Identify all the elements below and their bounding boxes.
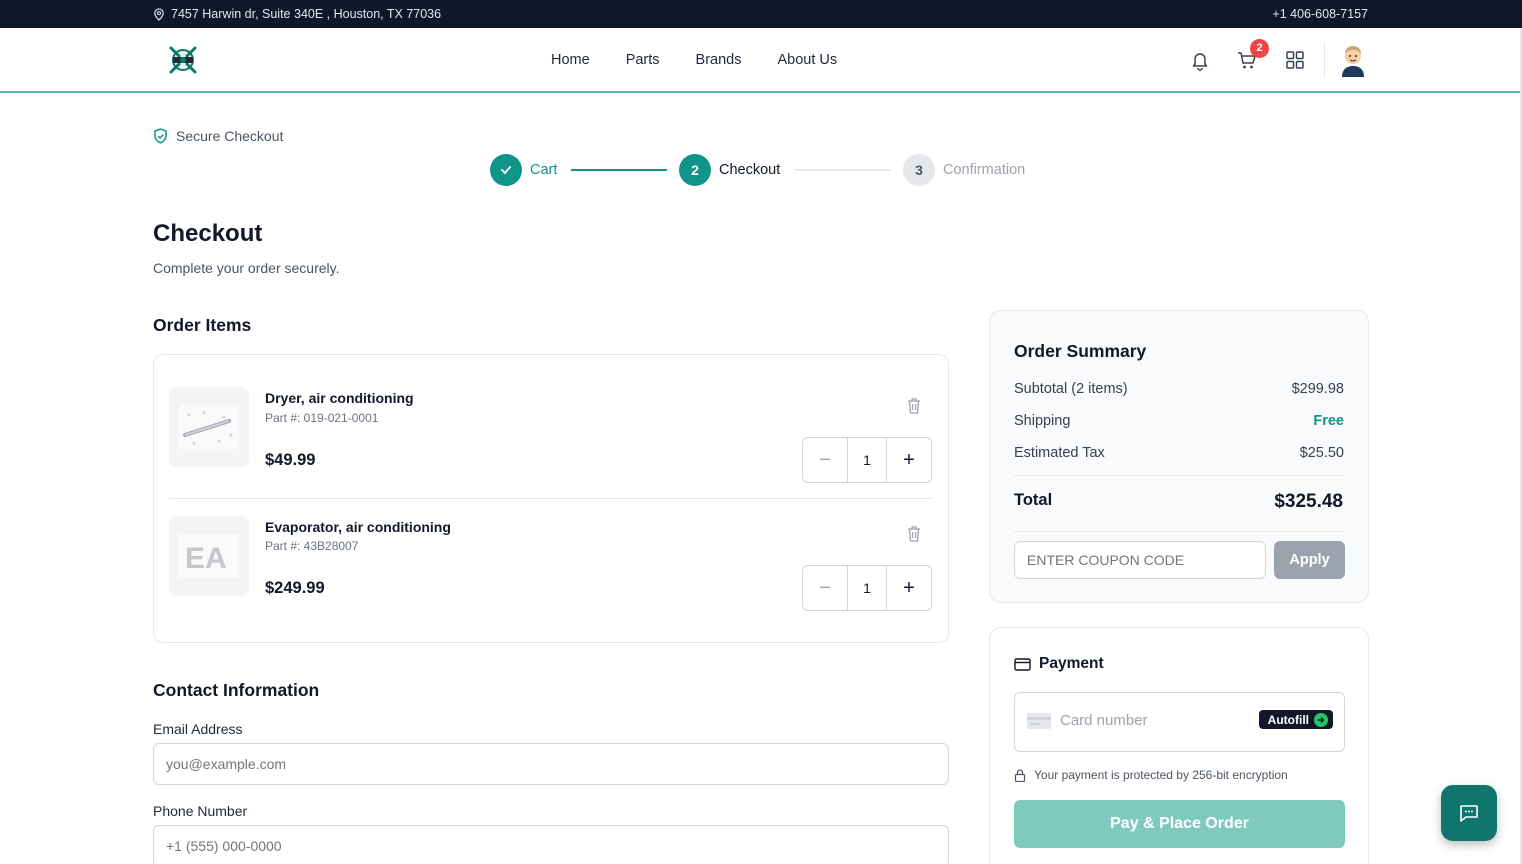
item-divider	[169, 498, 933, 499]
email-label: Email Address	[153, 721, 243, 737]
quantity-stepper: − 1 +	[802, 565, 932, 611]
tax-label: Estimated Tax	[1014, 445, 1105, 461]
total-value: $325.48	[1274, 491, 1343, 512]
payment-title-label: Payment	[1039, 655, 1104, 672]
card-number-placeholder: Card number	[1060, 712, 1148, 729]
order-summary-card: Order Summary Subtotal (2 items) $299.98…	[989, 310, 1369, 603]
subtotal-value: $299.98	[1291, 381, 1344, 397]
tax-value: $25.50	[1299, 445, 1344, 461]
pay-place-order-button[interactable]: Pay & Place Order	[1014, 800, 1345, 848]
payment-card: Payment Card number Autofill Your paymen…	[989, 627, 1369, 864]
shipping-value: Free	[1313, 413, 1344, 429]
total-label: Total	[1014, 491, 1053, 509]
credit-card-icon	[1014, 657, 1031, 671]
product-image	[169, 387, 249, 467]
step-checkout-label: Checkout	[719, 162, 781, 178]
payment-security-note: Your payment is protected by 256-bit enc…	[1014, 768, 1288, 782]
summary-divider	[1014, 531, 1344, 532]
item-price: $49.99	[265, 451, 316, 469]
decrease-button[interactable]: −	[803, 438, 848, 482]
quantity-stepper: − 1 +	[802, 437, 932, 483]
shield-check-icon	[154, 128, 167, 144]
logo[interactable]	[165, 42, 201, 78]
avatar[interactable]	[1339, 43, 1367, 77]
phone-number[interactable]: +1 406-608-7157	[1272, 7, 1368, 21]
chat-icon	[1460, 805, 1478, 822]
card-brand-icon	[1027, 713, 1051, 729]
bell-icon[interactable]	[1189, 49, 1211, 71]
payment-title: Payment	[1014, 655, 1104, 673]
svg-text:EA: EA	[185, 542, 227, 575]
tax-row: Estimated Tax $25.50	[1014, 445, 1344, 461]
autofill-label: Autofill	[1267, 712, 1309, 727]
trash-icon[interactable]	[906, 397, 922, 415]
address-text: 7457 Harwin dr, Suite 340E , Houston, TX…	[171, 7, 442, 21]
step-checkout-circle: 2	[679, 154, 711, 186]
coupon-input[interactable]	[1014, 541, 1266, 579]
increase-button[interactable]: +	[886, 438, 931, 482]
increase-button[interactable]: +	[886, 566, 931, 610]
item-name[interactable]: Dryer, air conditioning	[265, 390, 414, 406]
email-field[interactable]	[153, 743, 949, 785]
contact-heading: Contact Information	[153, 680, 320, 700]
step-line-1	[571, 169, 667, 171]
nav-parts[interactable]: Parts	[626, 52, 660, 68]
chat-button[interactable]	[1441, 785, 1497, 841]
grid-icon[interactable]	[1284, 49, 1306, 71]
page-title: Checkout	[153, 220, 263, 247]
order-items-card: Dryer, air conditioning Part #: 019-021-…	[153, 354, 949, 643]
step-line-2	[795, 169, 891, 171]
main-nav: Home Parts Brands About Us 2	[0, 28, 1522, 93]
summary-divider	[1014, 475, 1344, 476]
product-image: EA	[169, 516, 249, 596]
phone-field[interactable]	[153, 825, 949, 864]
payment-security-text: Your payment is protected by 256-bit enc…	[1034, 768, 1288, 782]
order-summary-title: Order Summary	[1014, 341, 1147, 361]
item-part-number: Part #: 43B28007	[265, 539, 359, 553]
shipping-row: Shipping Free	[1014, 413, 1344, 429]
subtotal-row: Subtotal (2 items) $299.98	[1014, 381, 1344, 397]
card-number-field[interactable]: Card number Autofill	[1014, 692, 1345, 752]
quantity-value[interactable]: 1	[848, 566, 886, 610]
lock-icon	[1014, 768, 1026, 782]
page-subtitle: Complete your order securely.	[153, 260, 340, 276]
nav-about-us[interactable]: About Us	[777, 52, 837, 68]
secure-checkout-label: Secure Checkout	[176, 128, 284, 144]
step-cart-circle	[490, 154, 522, 186]
step-cart-label: Cart	[530, 162, 558, 178]
secure-checkout: Secure Checkout	[153, 128, 283, 144]
shipping-label: Shipping	[1014, 413, 1071, 429]
autofill-button[interactable]: Autofill	[1258, 710, 1333, 729]
item-part-number: Part #: 019-021-0001	[265, 411, 379, 425]
location-pin-icon	[154, 7, 164, 21]
arrow-right-icon	[1314, 712, 1328, 727]
item-price: $249.99	[265, 579, 325, 597]
decrease-button[interactable]: −	[803, 566, 848, 610]
nav-home[interactable]: Home	[551, 52, 590, 68]
cart-count-badge: 2	[1250, 39, 1269, 58]
subtotal-label: Subtotal (2 items)	[1014, 381, 1128, 397]
order-items-heading: Order Items	[153, 315, 252, 335]
step-confirmation-circle: 3	[903, 154, 935, 186]
nav-brands[interactable]: Brands	[696, 52, 742, 68]
step-confirmation-label: Confirmation	[943, 162, 1026, 178]
top-info-bar: 7457 Harwin dr, Suite 340E , Houston, TX…	[0, 0, 1522, 28]
trash-icon[interactable]	[906, 525, 922, 543]
quantity-value[interactable]: 1	[848, 438, 886, 482]
phone-label: Phone Number	[153, 803, 248, 819]
address: 7457 Harwin dr, Suite 340E , Houston, TX…	[153, 7, 441, 21]
item-name[interactable]: Evaporator, air conditioning	[265, 519, 451, 535]
nav-links: Home Parts Brands About Us	[551, 52, 873, 68]
nav-divider	[1324, 43, 1325, 77]
check-icon	[501, 166, 511, 175]
apply-coupon-button[interactable]: Apply	[1274, 541, 1345, 579]
